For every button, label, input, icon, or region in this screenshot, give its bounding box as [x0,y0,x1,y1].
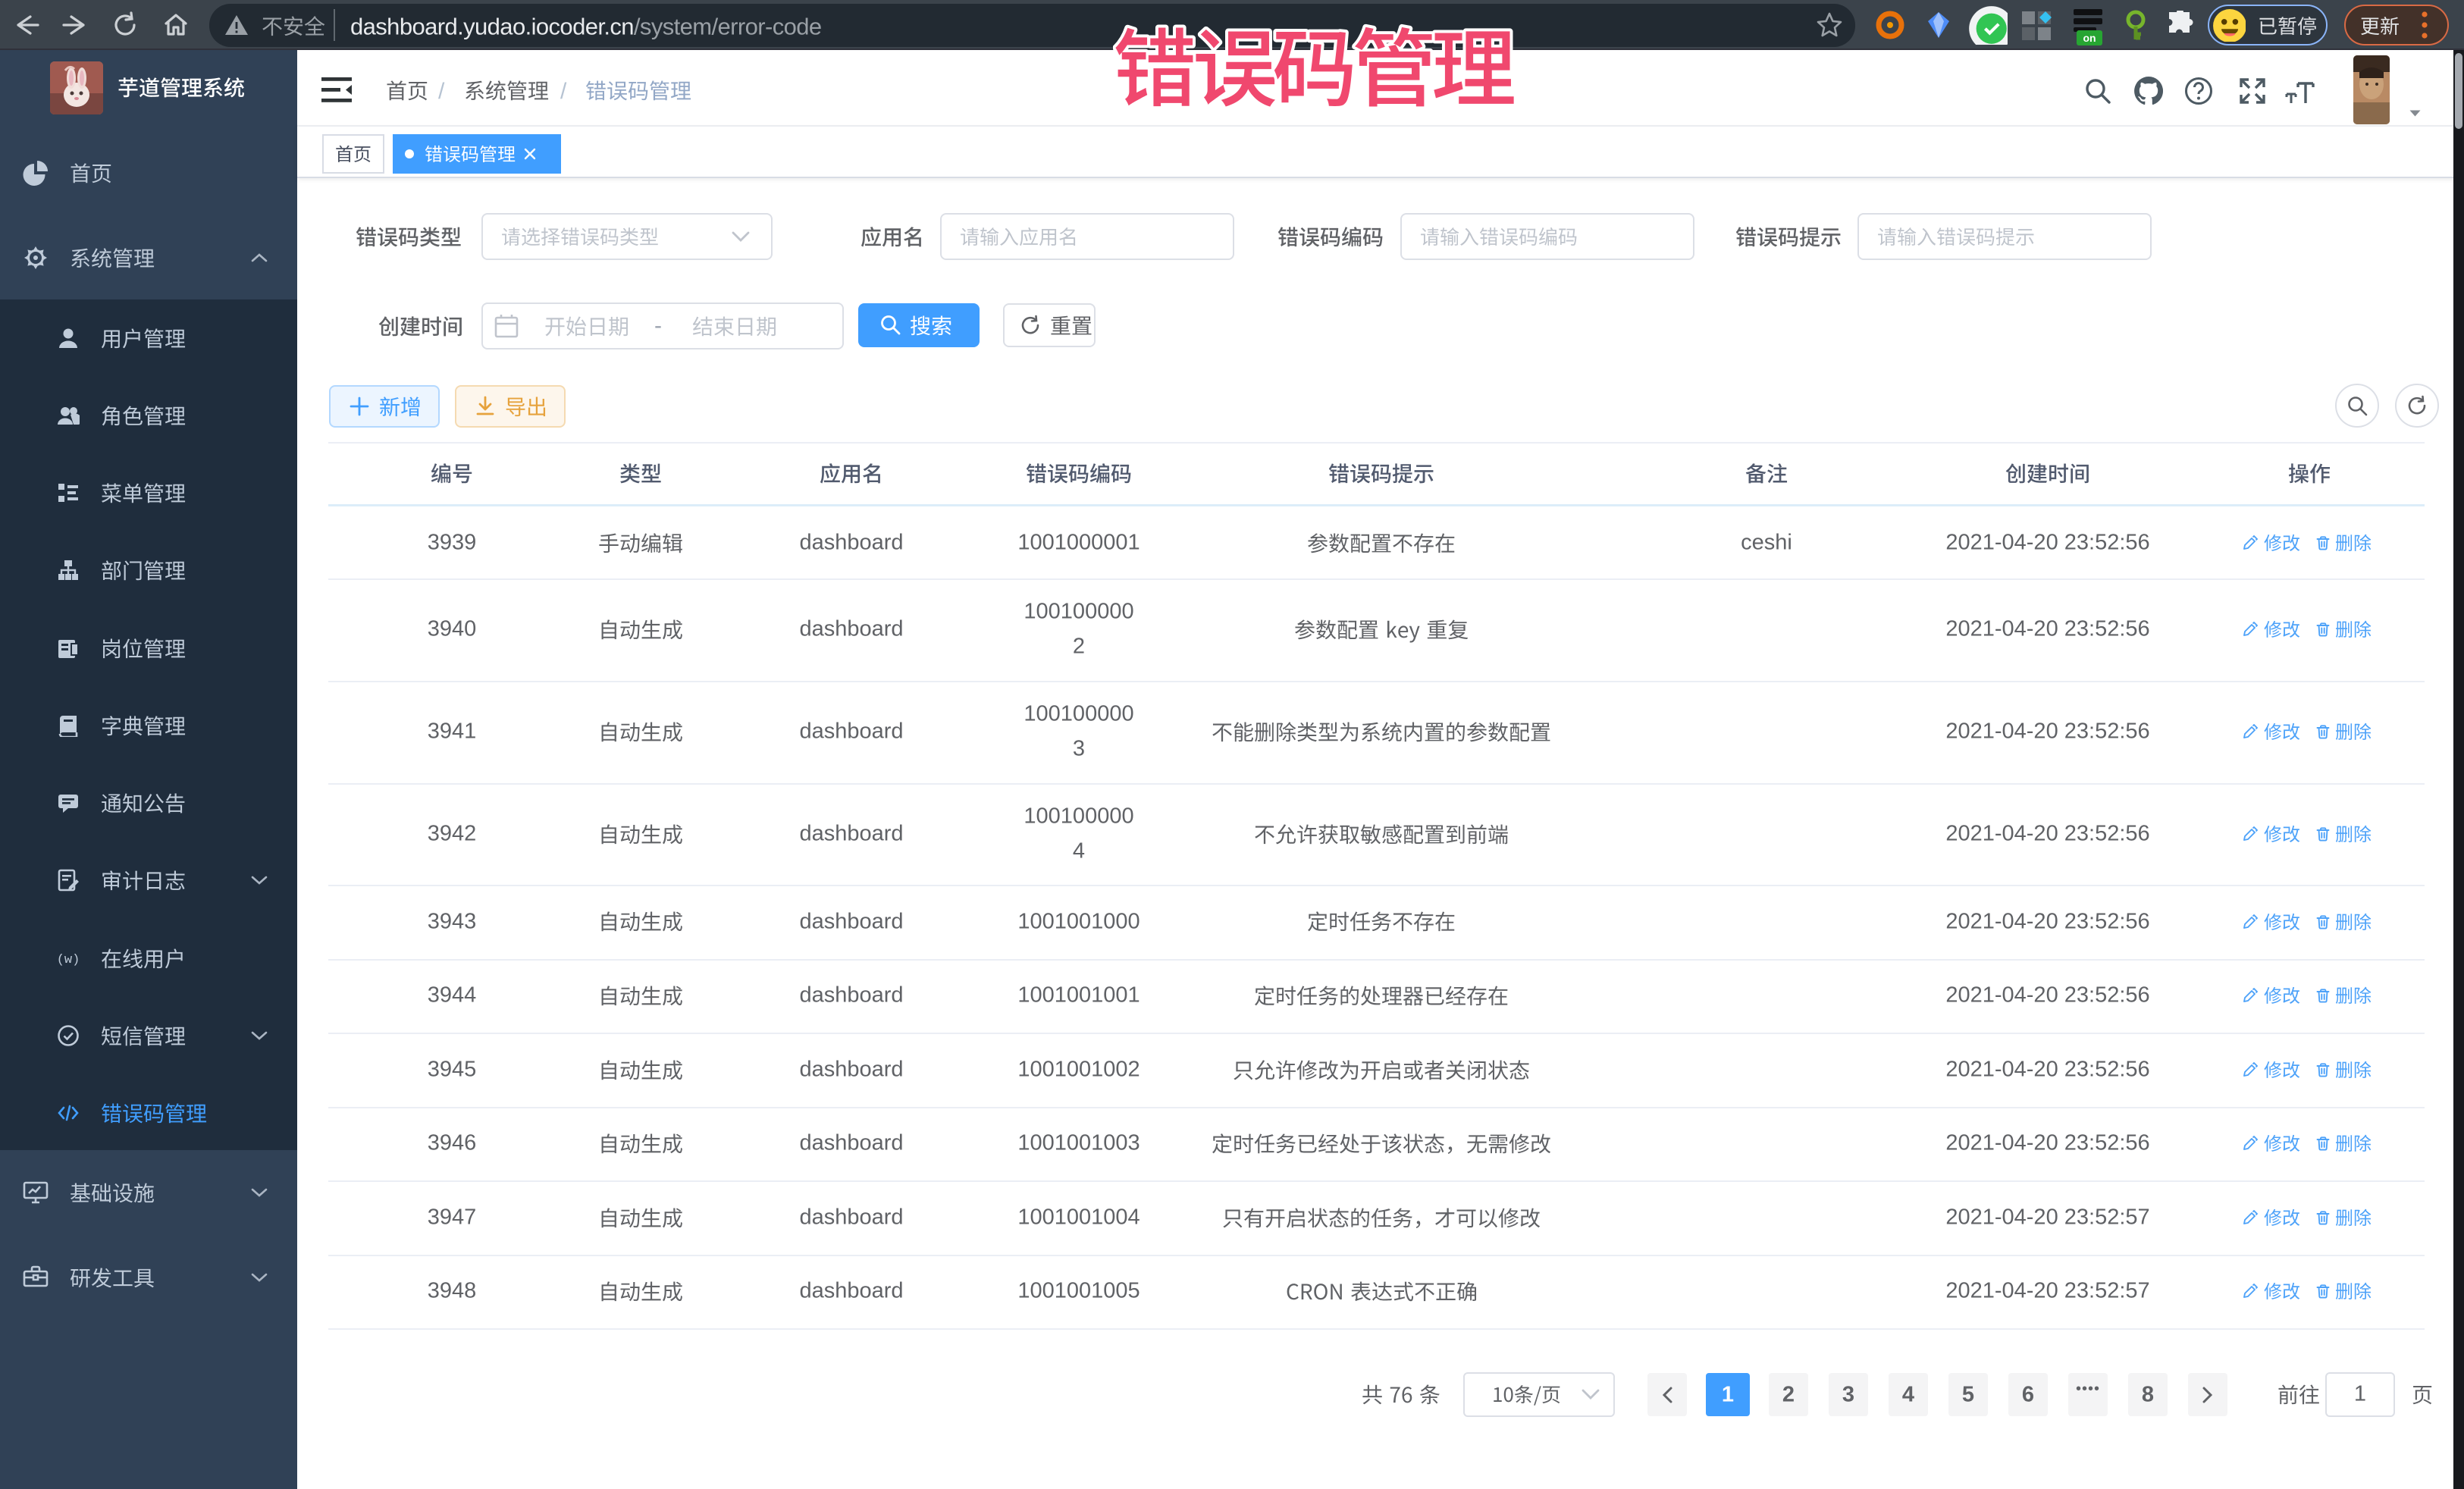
svg-text:(w): (w) [57,953,80,967]
svg-text:on: on [2083,32,2096,44]
